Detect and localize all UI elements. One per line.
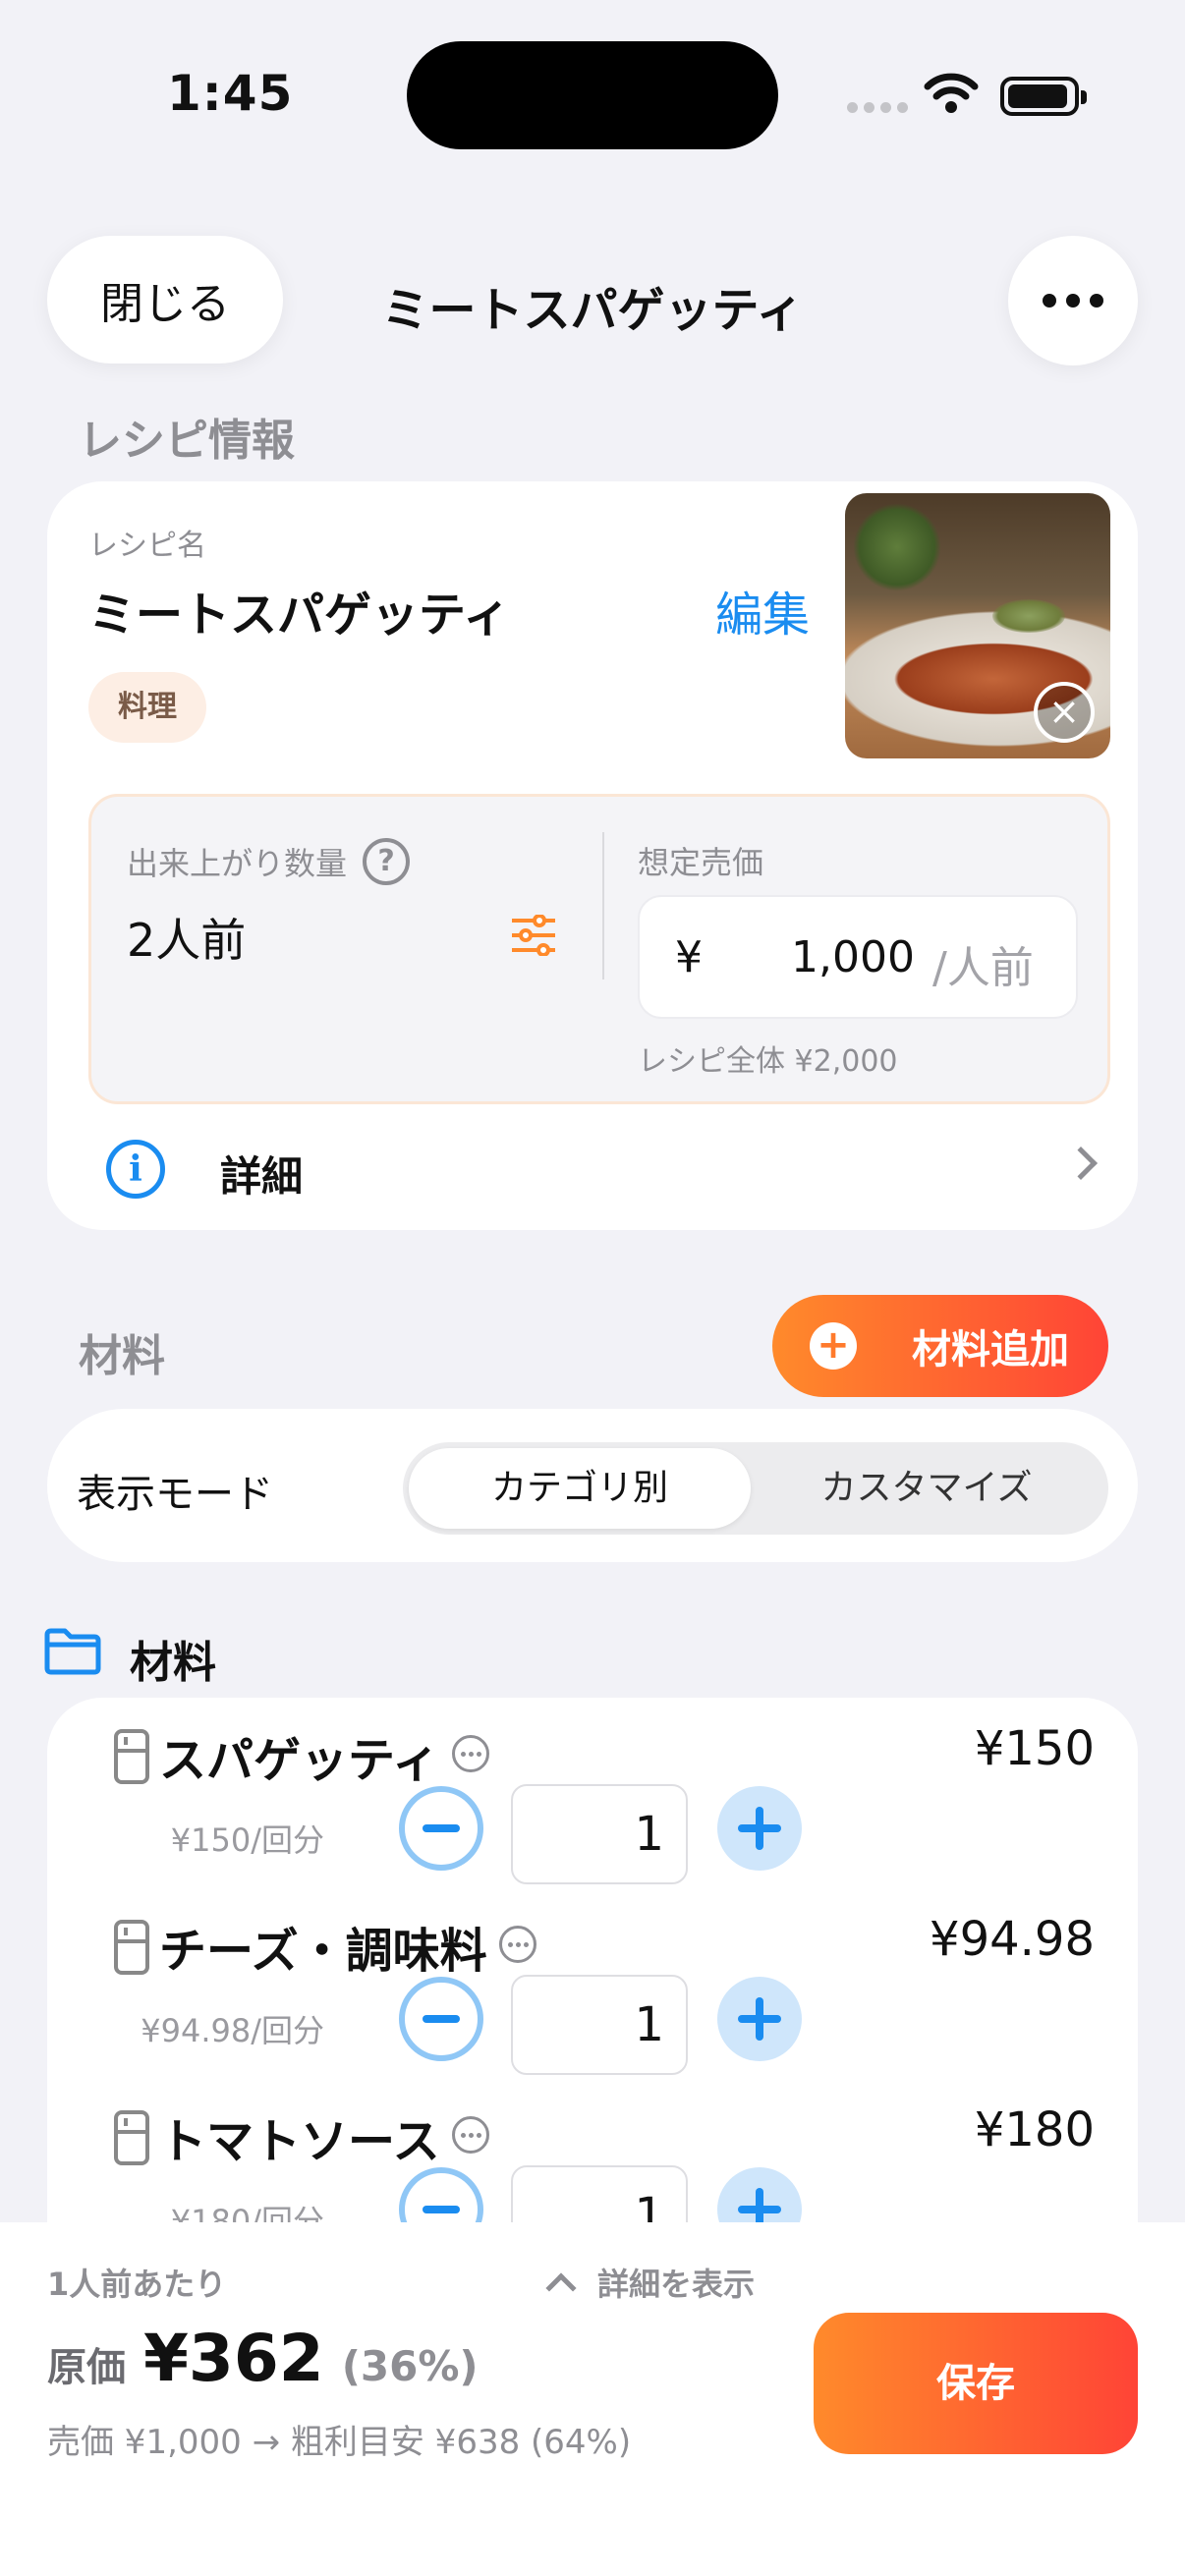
cost-percentage: (36%): [341, 2342, 479, 2390]
add-ingredient-label: 材料追加: [912, 1327, 1069, 1372]
status-time: 1:45: [167, 65, 294, 122]
ingredient-price: ¥94.98: [930, 1912, 1095, 1967]
plus-circle-icon: +: [810, 1322, 857, 1370]
yield-price-panel: 出来上がり数量 ? 2人前 想定売価 ¥ 1,000 /人前 レシピ全体 ¥2,…: [88, 794, 1110, 1104]
divider: [602, 832, 604, 980]
close-button[interactable]: 閉じる: [47, 236, 283, 364]
mode-tab-customize[interactable]: カスタマイズ: [751, 1448, 1102, 1529]
adjust-sliders-icon[interactable]: [510, 915, 557, 956]
recipe-total-note: レシピ全体 ¥2,000: [638, 1044, 898, 1079]
category-tag[interactable]: 料理: [88, 672, 206, 743]
ingredient-name[interactable]: トマトソース: [159, 2102, 440, 2171]
dynamic-island: [407, 41, 778, 149]
chevron-up-icon: [545, 2272, 577, 2304]
price-label: 想定売価: [638, 844, 764, 881]
edit-name-button[interactable]: 編集: [715, 576, 810, 644]
help-icon[interactable]: ?: [363, 838, 411, 885]
battery-icon: [1000, 77, 1087, 116]
fridge-icon: [114, 1729, 149, 1784]
display-mode-card: 表示モード カテゴリ別 カスタマイズ: [47, 1409, 1138, 1562]
ingredient-unit-cost: ¥94.98/回分: [141, 2012, 324, 2049]
recipe-info-section-title: レシピ情報: [79, 416, 295, 466]
recipe-photo[interactable]: ×: [845, 493, 1110, 758]
yield-label: 出来上がり数量: [127, 845, 348, 882]
info-icon: i: [106, 1140, 165, 1199]
decrement-button[interactable]: [399, 1977, 483, 2061]
save-button[interactable]: 保存: [814, 2313, 1138, 2454]
cost-label: 原価: [47, 2345, 126, 2390]
list-item: チーズ・調味料 ¥94.98 ¥94.98/回分 1: [47, 1898, 1138, 2091]
show-details-label: 詳細を表示: [597, 2266, 756, 2303]
category-title: 材料: [130, 1638, 216, 1688]
ingredient-name[interactable]: スパゲッティ: [159, 1721, 439, 1790]
ellipsis-icon: [1043, 294, 1056, 308]
quantity-input[interactable]: 1: [511, 1784, 688, 1884]
cost-line: 原価 ¥362 (36%): [47, 2321, 479, 2396]
ingredient-unit-cost: ¥150/回分: [170, 1821, 324, 1859]
cost-value: ¥362: [143, 2321, 324, 2396]
ingredient-price: ¥150: [974, 1721, 1095, 1776]
fridge-icon: [114, 1920, 149, 1975]
detail-label: 詳細: [220, 1152, 304, 1201]
remove-photo-icon[interactable]: ×: [1034, 682, 1095, 743]
ingredient-name[interactable]: チーズ・調味料: [159, 1912, 487, 1981]
recipe-name: ミートスパゲッティ: [88, 588, 511, 643]
cellular-signal-icon: [847, 102, 908, 113]
list-item: スパゲッティ ¥150 ¥150/回分 1: [47, 1708, 1138, 1900]
display-mode-label: 表示モード: [77, 1472, 273, 1517]
quantity-input[interactable]: 1: [511, 1975, 688, 2075]
recipe-name-label: レシピ名: [88, 529, 206, 563]
price-value[interactable]: 1,000: [758, 932, 915, 982]
recipe-info-card: レシピ名 ミートスパゲッティ 編集 料理 × 出来上がり数量 ? 2人前 想定売…: [47, 481, 1138, 1230]
cost-summary-bar: 1人前あたり 詳細を表示 原価 ¥362 (36%) 売価 ¥1,000 → 粗…: [0, 2222, 1185, 2576]
more-options-icon[interactable]: [499, 1926, 536, 1963]
ingredient-price: ¥180: [974, 2102, 1095, 2157]
yield-value[interactable]: 2人前: [127, 905, 246, 970]
display-mode-segmented-control: カテゴリ別 カスタマイズ: [403, 1442, 1108, 1535]
increment-button[interactable]: [717, 1977, 802, 2061]
price-currency: ¥: [675, 932, 703, 982]
more-menu-button[interactable]: [1008, 236, 1138, 365]
yield-label-row: 出来上がり数量 ?: [127, 838, 411, 885]
price-input[interactable]: ¥ 1,000 /人前: [638, 895, 1078, 1019]
price-unit: /人前: [932, 943, 1034, 993]
per-serving-label: 1人前あたり: [47, 2266, 227, 2303]
detail-row[interactable]: i 詳細: [47, 1122, 1138, 1220]
ingredients-section-title: 材料: [79, 1331, 165, 1381]
mode-tab-category[interactable]: カテゴリ別: [409, 1448, 751, 1529]
folder-icon: [44, 1628, 101, 1675]
wifi-icon: [924, 73, 979, 113]
increment-button[interactable]: [717, 1786, 802, 1871]
fridge-icon: [114, 2110, 149, 2165]
more-options-icon[interactable]: [452, 1735, 489, 1772]
page-title: ミートスパゲッティ: [381, 283, 804, 338]
decrement-button[interactable]: [399, 1786, 483, 1871]
margin-summary: 売価 ¥1,000 → 粗利目安 ¥638 (64%): [47, 2423, 632, 2462]
show-details-toggle[interactable]: 詳細を表示: [545, 2260, 756, 2305]
more-options-icon[interactable]: [452, 2116, 489, 2154]
chevron-right-icon: [1064, 1147, 1098, 1180]
add-ingredient-button[interactable]: + 材料追加: [772, 1295, 1108, 1397]
